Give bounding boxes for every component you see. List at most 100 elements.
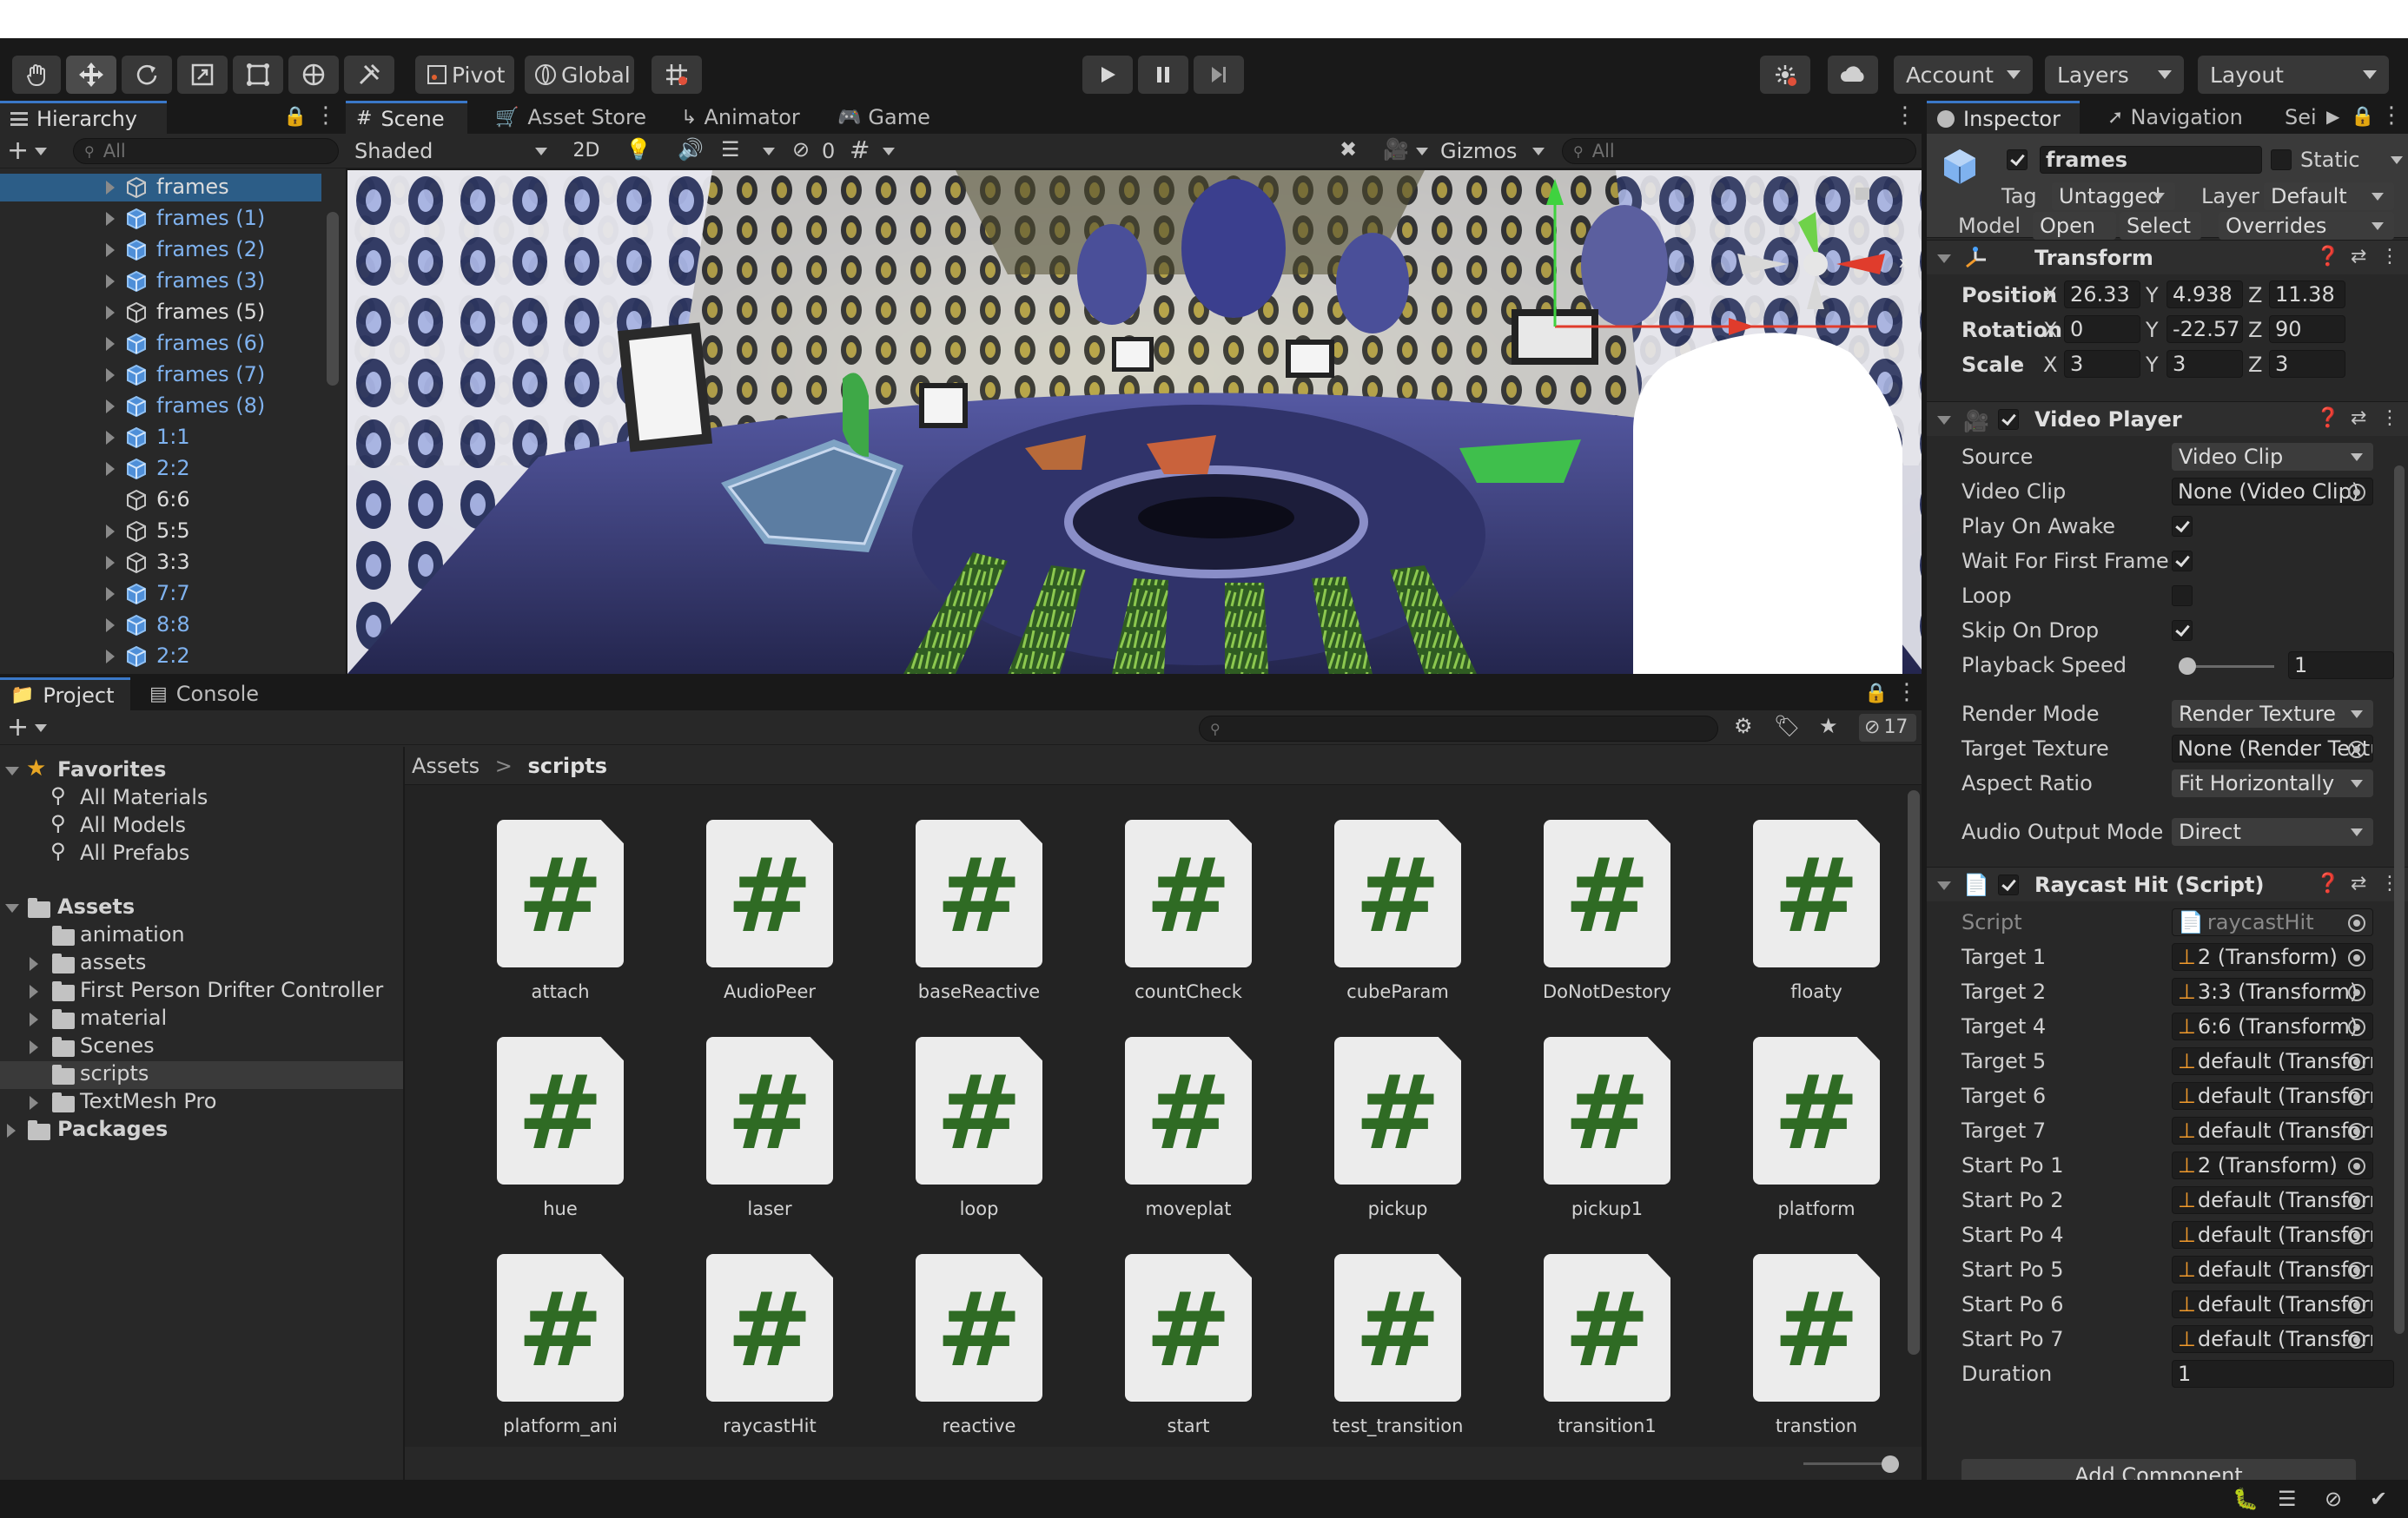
- expand-arrow-icon[interactable]: [30, 1013, 38, 1026]
- render-mode-dropdown[interactable]: Render Texture: [2172, 700, 2373, 728]
- tab-hierarchy[interactable]: Hierarchy: [0, 101, 167, 134]
- script-asset[interactable]: # cubeParam: [1291, 820, 1465, 1020]
- expand-arrow-icon[interactable]: [106, 306, 115, 320]
- transform-object-field[interactable]: ⊥default (Transform): [2172, 1047, 2373, 1075]
- pivot-toggle[interactable]: Pivot: [415, 56, 514, 94]
- object-picker-icon[interactable]: [2348, 1123, 2365, 1140]
- zoom-slider-handle[interactable]: [1882, 1455, 1899, 1473]
- chevron-down-icon[interactable]: [883, 148, 895, 155]
- lock-icon[interactable]: 🔒: [1864, 683, 1888, 704]
- script-asset[interactable]: # pickup: [1291, 1037, 1465, 1237]
- script-asset[interactable]: # platform: [1710, 1037, 1883, 1237]
- target-texture-object-field[interactable]: None (Render Texture): [2172, 735, 2373, 762]
- script-asset[interactable]: # raycastHit: [663, 1254, 837, 1454]
- object-picker-icon[interactable]: [2348, 1158, 2365, 1175]
- hierarchy-item[interactable]: 6:6: [0, 486, 321, 514]
- rotation-z-field[interactable]: 90: [2269, 315, 2345, 343]
- more-options-icon[interactable]: ⋮: [2380, 102, 2403, 129]
- transform-object-field[interactable]: ⊥ 2 (Transform): [2172, 1152, 2373, 1179]
- project-search-input[interactable]: ⚲: [1199, 716, 1718, 742]
- chevron-down-icon[interactable]: [763, 148, 775, 155]
- object-picker-icon[interactable]: [2348, 1262, 2365, 1279]
- tab-animator[interactable]: ↳ Animator: [671, 101, 812, 134]
- expand-arrow-icon[interactable]: [106, 212, 115, 226]
- help-icon[interactable]: ❓: [2316, 873, 2339, 894]
- hierarchy-item[interactable]: 3:3: [0, 549, 321, 577]
- script-asset[interactable]: # DoNotDestory: [1500, 820, 1674, 1020]
- favorite-item[interactable]: ⚲ All Materials: [0, 783, 403, 813]
- hierarchy-item[interactable]: frames (6): [0, 330, 321, 358]
- script-asset[interactable]: # transition1: [1500, 1254, 1674, 1454]
- transform-object-field[interactable]: ⊥default (Transform): [2172, 1117, 2373, 1145]
- script-asset[interactable]: # hue: [453, 1037, 627, 1237]
- hierarchy-item[interactable]: 2:2: [0, 455, 321, 483]
- expand-arrow-icon[interactable]: [106, 243, 115, 257]
- shading-mode-dropdown[interactable]: Shaded: [346, 134, 554, 168]
- breadcrumb-scripts[interactable]: scripts: [528, 754, 608, 778]
- folder-item[interactable]: animation: [0, 922, 403, 950]
- help-icon[interactable]: ❓: [2316, 407, 2339, 429]
- expand-arrow-icon[interactable]: [7, 1124, 16, 1138]
- tools-icon[interactable]: ✖: [1340, 137, 1357, 162]
- object-picker-icon[interactable]: [2348, 984, 2365, 1001]
- assets-group[interactable]: Assets: [0, 894, 403, 922]
- hierarchy-item[interactable]: 8:8: [0, 611, 321, 639]
- layer-dropdown[interactable]: Default: [2264, 182, 2394, 210]
- effects-icon[interactable]: ☰: [721, 137, 740, 162]
- folder-item[interactable]: Scenes: [0, 1033, 403, 1061]
- folder-item[interactable]: First Person Drifter Controller: [0, 978, 403, 1006]
- folder-item[interactable]: TextMesh Pro: [0, 1089, 403, 1117]
- chevron-down-icon[interactable]: [35, 724, 47, 732]
- object-picker-icon[interactable]: [2348, 1331, 2365, 1349]
- transform-header[interactable]: Transform ❓ ⇄ ⋮: [1927, 240, 2408, 274]
- video-player-header[interactable]: 🎥 Video Player ❓ ⇄ ⋮: [1927, 401, 2408, 436]
- expand-arrow-icon[interactable]: [1937, 254, 1951, 263]
- hierarchy-item[interactable]: 1:1: [0, 424, 321, 452]
- rotation-y-field[interactable]: -22.57: [2167, 315, 2243, 343]
- expand-arrow-icon[interactable]: [106, 274, 115, 288]
- add-icon[interactable]: +: [7, 135, 29, 166]
- hierarchy-item[interactable]: frames: [0, 174, 321, 201]
- expand-arrow-icon[interactable]: [106, 462, 115, 476]
- collab-icon[interactable]: [1760, 56, 1810, 94]
- playback-speed-field[interactable]: 1: [2288, 651, 2394, 679]
- select-button[interactable]: Select: [2120, 212, 2201, 240]
- layers-dropdown[interactable]: Layers: [2045, 56, 2184, 94]
- more-options-icon[interactable]: ⋮: [314, 102, 337, 129]
- grid-visibility-icon[interactable]: #: [850, 135, 870, 164]
- more-options-icon[interactable]: ⋮: [2380, 246, 2399, 267]
- script-asset[interactable]: # start: [1082, 1254, 1255, 1454]
- scale-z-field[interactable]: 3: [2269, 350, 2345, 378]
- audio-output-dropdown[interactable]: Direct: [2172, 818, 2373, 846]
- play-button[interactable]: [1082, 56, 1133, 94]
- script-asset[interactable]: # pickup1: [1500, 1037, 1674, 1237]
- folder-item[interactable]: material: [0, 1006, 403, 1033]
- wait-first-frame-checkbox[interactable]: [2172, 551, 2193, 571]
- chevron-right-icon[interactable]: ▶: [2326, 106, 2339, 127]
- custom-tool-icon[interactable]: [344, 56, 394, 94]
- progress-check-icon[interactable]: ✔: [2370, 1487, 2387, 1511]
- folder-item[interactable]: assets: [0, 950, 403, 978]
- expand-arrow-icon[interactable]: [30, 985, 38, 999]
- video-clip-object-field[interactable]: None (Video Clip): [2172, 478, 2373, 505]
- hierarchy-item[interactable]: frames (8): [0, 393, 321, 420]
- add-icon[interactable]: +: [7, 712, 29, 742]
- static-checkbox[interactable]: [2271, 149, 2292, 170]
- tab-inspector[interactable]: Inspector: [1927, 101, 2080, 134]
- expand-arrow-icon[interactable]: [106, 650, 115, 663]
- expand-arrow-icon[interactable]: [106, 618, 115, 632]
- expand-arrow-icon[interactable]: [106, 337, 115, 351]
- object-picker-icon[interactable]: [2348, 484, 2365, 501]
- expand-arrow-icon[interactable]: [1937, 416, 1951, 425]
- transform-object-field[interactable]: ⊥ 3:3 (Transform): [2172, 978, 2373, 1006]
- add-component-button[interactable]: Add Component: [1961, 1459, 2356, 1480]
- tab-overflow[interactable]: Sei: [2274, 101, 2352, 134]
- position-x-field[interactable]: 26.33: [2064, 280, 2140, 308]
- script-asset[interactable]: # transtion: [1710, 1254, 1883, 1454]
- object-picker-icon[interactable]: [2348, 1053, 2365, 1071]
- open-button[interactable]: Open: [2033, 212, 2116, 240]
- hand-tool-icon[interactable]: [12, 56, 61, 94]
- skip-on-drop-checkbox[interactable]: [2172, 620, 2193, 641]
- preset-icon[interactable]: ⇄: [2351, 407, 2366, 429]
- expand-arrow-icon[interactable]: [5, 767, 19, 776]
